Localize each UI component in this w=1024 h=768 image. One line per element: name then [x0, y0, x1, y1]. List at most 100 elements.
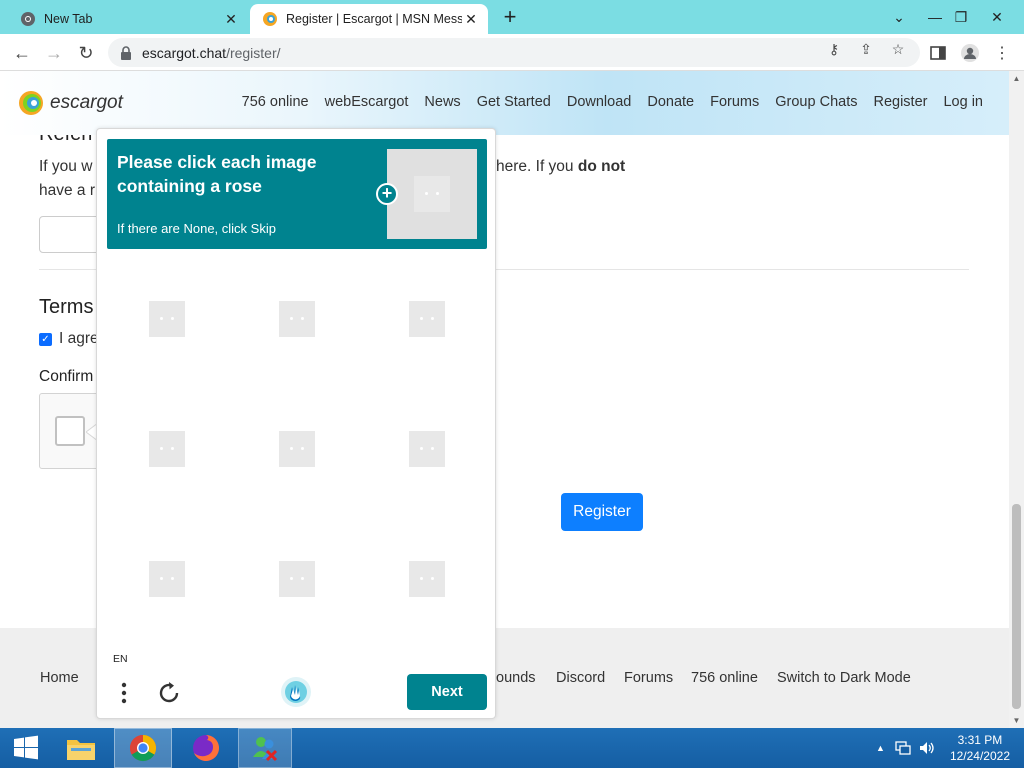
brand-name: escargot	[50, 92, 123, 113]
tab-search-chevron-icon[interactable]: ⌄	[882, 0, 916, 34]
footer-link-dark-mode[interactable]: Switch to Dark Mode	[777, 670, 911, 686]
challenge-tile-9[interactable]	[367, 519, 487, 639]
footer-link-forums[interactable]: Forums	[624, 670, 673, 686]
image-placeholder-icon	[414, 176, 450, 212]
share-icon[interactable]: ⇪	[856, 39, 876, 59]
profile-avatar-icon[interactable]	[956, 39, 984, 67]
nav-login[interactable]: Log in	[943, 94, 983, 110]
challenge-tile-4[interactable]	[107, 389, 227, 509]
lock-icon	[121, 45, 131, 60]
challenge-prompt: Please click each image containing a ros…	[117, 152, 317, 196]
clock-time: 3:31 PM	[957, 733, 1003, 747]
challenge-header: Please click each image containing a ros…	[107, 139, 487, 249]
network-icon[interactable]	[895, 741, 911, 755]
scroll-down-arrow-icon[interactable]: ▼	[1009, 713, 1024, 728]
nav-forums[interactable]: Forums	[710, 94, 759, 110]
tab-register[interactable]: Register | Escargot | MSN Messe ✕	[250, 4, 488, 34]
system-clock[interactable]: 3:31 PM 12/24/2022	[950, 732, 1010, 764]
site-header: escargot 756 online webEscargot News Get…	[0, 71, 1009, 135]
taskbar-chrome[interactable]	[114, 728, 172, 768]
nav-download[interactable]: Download	[567, 94, 632, 110]
challenge-tile-8[interactable]	[237, 519, 357, 639]
browser-toolbar: ← → ↻ escargot.chat/register/ ⚷ ⇪ ☆ ⋮	[0, 34, 1024, 71]
close-tab-icon[interactable]: ✕	[222, 10, 240, 28]
image-placeholder-icon	[409, 561, 445, 597]
new-tab-button[interactable]: +	[498, 6, 522, 30]
footer-link-online[interactable]: 756 online	[691, 670, 758, 686]
terms-heading: Terms	[39, 296, 94, 318]
forward-button[interactable]: →	[40, 39, 68, 67]
reload-button[interactable]: ↻	[72, 39, 100, 67]
more-options-icon[interactable]	[117, 679, 131, 707]
escargot-favicon-icon	[263, 12, 277, 26]
key-icon[interactable]: ⚷	[824, 39, 844, 59]
nav-news[interactable]: News	[424, 94, 460, 110]
folder-icon	[67, 740, 95, 760]
challenge-tile-5[interactable]	[237, 389, 357, 509]
msn-messenger-icon	[253, 737, 278, 762]
volume-icon[interactable]	[919, 741, 935, 755]
example-image	[387, 149, 477, 239]
browser-tab-strip: New Tab ✕ Register | Escargot | MSN Mess…	[0, 0, 1024, 34]
taskbar-firefox[interactable]	[180, 728, 232, 768]
chrome-icon	[129, 734, 157, 762]
scroll-thumb[interactable]	[1012, 504, 1021, 709]
footer-link-home[interactable]: Home	[40, 670, 79, 686]
back-button[interactable]: ←	[8, 39, 36, 67]
windows-taskbar: ▲ 3:31 PM 12/24/2022	[0, 728, 1024, 768]
side-panel-icon[interactable]	[924, 39, 952, 67]
main-nav: 756 online webEscargot News Get Started …	[242, 94, 983, 110]
expand-example-icon[interactable]: +	[376, 183, 398, 205]
challenge-tile-6[interactable]	[367, 389, 487, 509]
image-placeholder-icon	[279, 561, 315, 597]
footer-link-discord[interactable]: Discord	[556, 670, 605, 686]
image-placeholder-icon	[149, 561, 185, 597]
clock-date: 12/24/2022	[949, 749, 1010, 763]
address-bar[interactable]: escargot.chat/register/	[108, 38, 920, 67]
restore-button[interactable]: ❐	[944, 0, 978, 34]
image-placeholder-icon	[149, 431, 185, 467]
nav-webescargot[interactable]: webEscargot	[325, 94, 409, 110]
windows-logo-icon	[14, 735, 38, 760]
url-text: escargot.chat/register/	[142, 44, 281, 61]
image-placeholder-icon	[149, 301, 185, 337]
tab-new-tab[interactable]: New Tab ✕	[8, 4, 248, 34]
challenge-tile-3[interactable]	[367, 259, 487, 379]
register-button[interactable]: Register	[561, 493, 643, 531]
page-scrollbar[interactable]: ▲ ▼	[1009, 71, 1024, 728]
agree-terms-label: I agre	[59, 330, 99, 347]
footer-link-sounds[interactable]: ounds	[496, 670, 536, 686]
chrome-icon	[21, 12, 35, 26]
escargot-logo-icon	[19, 91, 43, 115]
challenge-hint: If there are None, click Skip	[117, 221, 276, 236]
image-placeholder-icon	[409, 301, 445, 337]
close-tab-icon[interactable]: ✕	[462, 10, 480, 28]
nav-online-count[interactable]: 756 online	[242, 94, 309, 110]
challenge-tile-1[interactable]	[107, 259, 227, 379]
image-placeholder-icon	[279, 301, 315, 337]
taskbar-file-explorer[interactable]	[58, 728, 104, 768]
nav-group-chats[interactable]: Group Chats	[775, 94, 857, 110]
challenge-tile-2[interactable]	[237, 259, 357, 379]
browser-menu-icon[interactable]: ⋮	[988, 39, 1016, 67]
agree-terms-row: ✓ I agre	[39, 330, 99, 348]
captcha-checkbox[interactable]	[55, 416, 85, 446]
confirm-label: Confirm	[39, 368, 94, 385]
nav-register[interactable]: Register	[873, 94, 927, 110]
image-placeholder-icon	[279, 431, 315, 467]
close-window-button[interactable]: ✕	[980, 0, 1014, 34]
taskbar-messenger[interactable]	[238, 728, 292, 768]
firefox-icon	[193, 735, 219, 761]
nav-donate[interactable]: Donate	[647, 94, 694, 110]
start-button[interactable]	[0, 728, 52, 768]
bookmark-star-icon[interactable]: ☆	[888, 39, 908, 59]
scroll-up-arrow-icon[interactable]: ▲	[1009, 71, 1024, 86]
next-button[interactable]: Next	[407, 674, 487, 710]
agree-terms-checkbox[interactable]: ✓	[39, 332, 52, 346]
nav-get-started[interactable]: Get Started	[477, 94, 551, 110]
challenge-tile-7[interactable]	[107, 519, 227, 639]
refresh-challenge-icon[interactable]	[155, 679, 183, 707]
tray-expand-icon[interactable]: ▲	[876, 743, 885, 753]
brand-logo[interactable]: escargot	[18, 89, 123, 117]
language-selector[interactable]: EN	[113, 653, 128, 665]
